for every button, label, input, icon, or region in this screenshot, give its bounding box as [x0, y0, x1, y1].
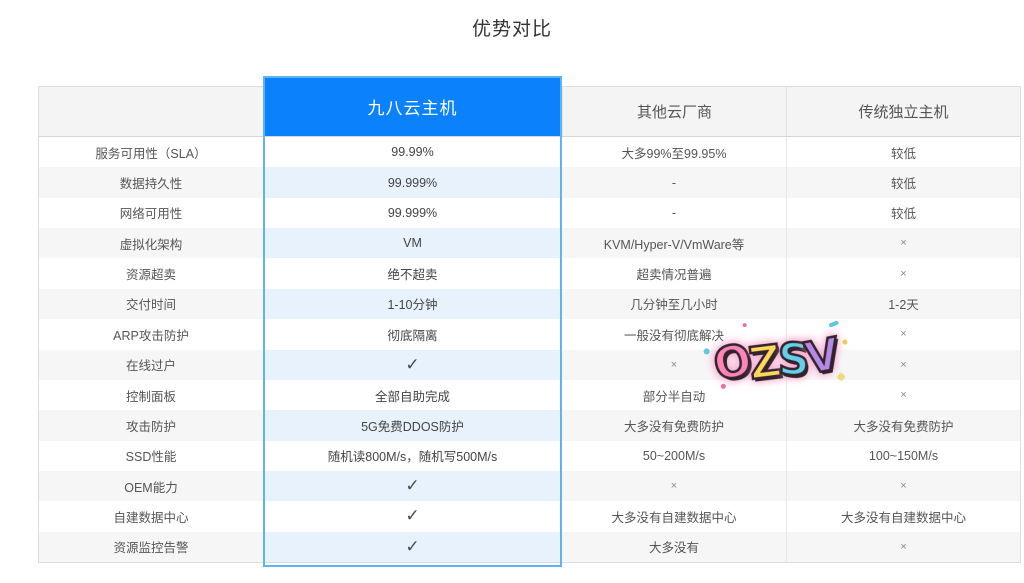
other-vendors-value-cell: 50~200M/s — [562, 441, 786, 471]
comparison-table: 九八云主机 其他云厂商 传统独立主机 服务可用性（SLA）99.99%大多99%… — [38, 86, 1021, 563]
sparkle-icon: ✦ — [835, 370, 846, 386]
hero-value-cell: 彻底隔离 — [263, 319, 562, 349]
table-row: 服务可用性（SLA）99.99%大多99%至99.95%较低 — [39, 137, 1020, 167]
other-vendors-value-cell: - — [562, 167, 786, 197]
hero-value-cell: 全部自助完成 — [263, 380, 562, 410]
table-row: 资源超卖绝不超卖超卖情况普遍× — [39, 258, 1020, 288]
traditional-value-cell: 100~150M/s — [786, 441, 1020, 471]
other-vendors-value-cell: 大多没有免费防护 — [562, 410, 786, 440]
hero-value-cell: ✓ — [263, 532, 562, 562]
table-row: 数据持久性99.999%-较低 — [39, 167, 1020, 197]
header-cell-traditional: 传统独立主机 — [786, 87, 1020, 136]
hero-value-cell: VM — [263, 228, 562, 258]
traditional-value-cell: × — [786, 228, 1020, 258]
other-vendors-value-cell: 大多99%至99.95% — [562, 137, 786, 167]
hero-value-cell: 绝不超卖 — [263, 258, 562, 288]
table-row: 自建数据中心✓大多没有自建数据中心大多没有自建数据中心 — [39, 501, 1020, 531]
table-row: 攻击防护5G免费DDOS防护大多没有免费防护大多没有免费防护 — [39, 410, 1020, 440]
row-label-cell: 虚拟化架构 — [39, 228, 263, 258]
row-label-cell: ARP攻击防护 — [39, 319, 263, 349]
table-row: 控制面板全部自助完成部分半自动× — [39, 380, 1020, 410]
row-label-cell: 控制面板 — [39, 380, 263, 410]
hero-value-cell: ✓ — [263, 350, 562, 380]
table-row: SSD性能随机读800M/s，随机写500M/s50~200M/s100~150… — [39, 441, 1020, 471]
graffiti-watermark: OZSV ✦ — [709, 326, 843, 397]
row-label-cell: 交付时间 — [39, 289, 263, 319]
table-row: 交付时间1-10分钟几分钟至几小时1-2天 — [39, 289, 1020, 319]
other-vendors-value-cell: KVM/Hyper-V/VmWare等 — [562, 228, 786, 258]
hero-value-cell: 5G免费DDOS防护 — [263, 410, 562, 440]
hero-value-cell: ✓ — [263, 471, 562, 501]
hero-column-header: 九八云主机 — [263, 76, 562, 136]
traditional-value-cell: × — [786, 532, 1020, 562]
other-vendors-value-cell: 几分钟至几小时 — [562, 289, 786, 319]
row-label-cell: 自建数据中心 — [39, 501, 263, 531]
row-label-cell: OEM能力 — [39, 471, 263, 501]
header-cell-hero: 九八云主机 — [263, 87, 562, 136]
row-label-cell: 攻击防护 — [39, 410, 263, 440]
other-vendors-value-cell: 超卖情况普遍 — [562, 258, 786, 288]
traditional-value-cell: 大多没有自建数据中心 — [786, 501, 1020, 531]
traditional-value-cell: 较低 — [786, 167, 1020, 197]
row-label-cell: 资源超卖 — [39, 258, 263, 288]
traditional-value-cell: 大多没有免费防护 — [786, 410, 1020, 440]
other-vendors-value-cell: 大多没有自建数据中心 — [562, 501, 786, 531]
header-cell-other-vendors: 其他云厂商 — [562, 87, 786, 136]
page-title: 优势对比 — [0, 14, 1024, 41]
watermark-letters: OZSV — [709, 326, 843, 397]
hero-value-cell: 99.999% — [263, 198, 562, 228]
table-row: OEM能力✓×× — [39, 471, 1020, 501]
other-vendors-value-cell: 大多没有 — [562, 532, 786, 562]
row-label-cell: 服务可用性（SLA） — [39, 137, 263, 167]
row-label-cell: SSD性能 — [39, 441, 263, 471]
hero-value-cell: 99.99% — [263, 137, 562, 167]
table-row: 网络可用性99.999%-较低 — [39, 198, 1020, 228]
traditional-value-cell: × — [786, 471, 1020, 501]
traditional-value-cell: 较低 — [786, 198, 1020, 228]
hero-value-cell: 随机读800M/s，随机写500M/s — [263, 441, 562, 471]
table-row: ARP攻击防护彻底隔离一般没有彻底解决× — [39, 319, 1020, 349]
table-row: 虚拟化架构VMKVM/Hyper-V/VmWare等× — [39, 228, 1020, 258]
traditional-value-cell: 1-2天 — [786, 289, 1020, 319]
hero-value-cell: 99.999% — [263, 167, 562, 197]
row-label-cell: 资源监控告警 — [39, 532, 263, 562]
row-label-cell: 网络可用性 — [39, 198, 263, 228]
table-row: 资源监控告警✓大多没有× — [39, 532, 1020, 562]
table-row: 在线过户✓×× — [39, 350, 1020, 380]
traditional-value-cell: 较低 — [786, 137, 1020, 167]
table-header-row: 九八云主机 其他云厂商 传统独立主机 — [39, 87, 1020, 137]
table-body: 服务可用性（SLA）99.99%大多99%至99.95%较低数据持久性99.99… — [39, 137, 1020, 562]
other-vendors-value-cell: - — [562, 198, 786, 228]
other-vendors-value-cell: × — [562, 471, 786, 501]
watermark-letter: Z — [747, 340, 781, 387]
row-label-cell: 数据持久性 — [39, 167, 263, 197]
hero-value-cell: ✓ — [263, 501, 562, 531]
row-label-cell: 在线过户 — [39, 350, 263, 380]
traditional-value-cell: × — [786, 258, 1020, 288]
header-cell-empty — [39, 87, 263, 136]
hero-value-cell: 1-10分钟 — [263, 289, 562, 319]
